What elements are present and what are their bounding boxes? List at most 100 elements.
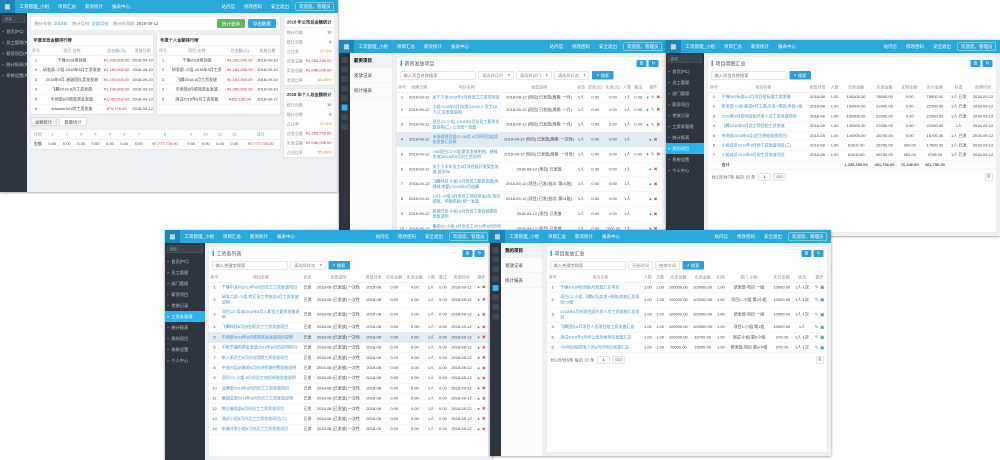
topbar-menu-item[interactable]: 安全退出 [420, 230, 447, 243]
user-icon[interactable]: ● [477, 285, 480, 290]
sidebar-search-input[interactable]: 搜索... [2, 16, 25, 24]
topbar-menu-item[interactable]: 安全退出 [759, 230, 786, 243]
user-icon[interactable]: ● [477, 396, 480, 401]
row-link[interactable]: 飞腾团队8月项目人员项目组工资发放汇总 [559, 322, 642, 332]
go-button[interactable]: GO [773, 173, 785, 181]
row-link[interactable]: 前端开发-小组-8月份员工项目组绩效发放说明 [431, 207, 503, 222]
user-icon[interactable]: ● [477, 416, 480, 421]
user-icon[interactable]: ● [477, 312, 480, 317]
user-icon[interactable]: ● [646, 122, 649, 127]
delete-icon[interactable]: ✖ [482, 365, 486, 370]
table-row[interactable]: 22018-09-12小组2018年8月(实发12000.0 员工18人)工资发… [397, 102, 663, 117]
table-row[interactable]: 92018-09-12前端开发-小组-8月份员工项目组绩效发放说明2018-09… [397, 207, 663, 222]
topbar-menu-item[interactable]: 薪资统计 [420, 40, 447, 53]
table-row[interactable]: 2研发部-小组-2018年8月工资发放¥1,180,000.002018-09-… [31, 65, 155, 75]
user-icon[interactable]: ● [477, 335, 480, 340]
sidebar-item[interactable]: ▸统计报表(PC) [0, 59, 27, 70]
chart-icon[interactable] [493, 285, 499, 291]
user-welcome[interactable]: 欢迎您，管理员 [623, 42, 662, 51]
action-button[interactable]: 统计查询 [217, 19, 245, 28]
topbar-menu-item[interactable]: 站内信 [217, 0, 240, 13]
copy-icon[interactable]: ▣ [820, 335, 824, 340]
sidebar-item[interactable]: ▸系统设置(PC) [0, 70, 27, 81]
table-row[interactable]: 5市场部2018年8月绩效奖金发放项目说明已发2018-08 [已发放] 一次性… [209, 332, 489, 342]
filter-select[interactable]: 请选择月份▾ [479, 71, 514, 80]
row-link[interactable]: 飞腾2018年8月员工项目组工资发放 [720, 121, 806, 131]
filter-select[interactable]: 请选择状态▾ [291, 261, 326, 270]
search-button[interactable]: ⌕ 搜索 [790, 71, 811, 80]
row-link[interactable]: 飞腾科技-小组-8月份员工薪资发放(含:绩效/考勤) 2018年9月结算 [431, 177, 503, 192]
delete-icon[interactable]: ✖ [656, 152, 660, 157]
money-icon[interactable] [493, 276, 499, 282]
edit-icon[interactable]: ✎ [815, 312, 819, 317]
gear-icon[interactable] [342, 114, 348, 120]
row-link[interactable]: 新入职员工8月份试用期工资发放项目 [220, 353, 301, 363]
gear-icon[interactable] [493, 304, 499, 310]
user-icon[interactable]: ● [646, 152, 649, 157]
topbar-menu-item[interactable]: 薪资统计 [81, 0, 108, 13]
date-input[interactable]: 结束时间 [656, 261, 680, 270]
sidebar-item[interactable]: ▸工资条管理 [666, 121, 704, 132]
table-row[interactable]: 4飞腾2018-8月工资发放¥1,100,000.002018-09-10 [31, 85, 155, 95]
table-row[interactable]: 11集团总部2018年8月份员工工资发放说明已发2018-08 [已发放] 一次… [209, 394, 489, 404]
collapse-button[interactable]: ≣ [816, 356, 824, 364]
search-button[interactable]: ⌕ 搜索 [592, 71, 613, 80]
topbar-menu-item[interactable]: 报表中心 [598, 230, 625, 243]
user-icon[interactable] [493, 314, 499, 320]
topbar-menu-item[interactable]: 站内信 [371, 230, 394, 243]
table-row[interactable]: 7小组成员2018年8月份工资发放项目2018-081.0081000.0096… [708, 150, 997, 160]
refresh-button[interactable]: ↻ [814, 250, 824, 257]
filter-value[interactable]: 全部月份 [91, 21, 108, 26]
row-link[interactable]: 项目C2-小组-8月份员工加班补贴发放说明 [220, 373, 301, 383]
user-welcome[interactable]: 欢迎您，管理员 [449, 232, 488, 241]
topbar-menu-item[interactable]: 工资管理_小组 [505, 230, 544, 243]
row-link[interactable]: 中秋节福利奖金发放2018年8月份说明项目 [220, 343, 301, 353]
table-row[interactable]: 6小组成员2018年8月份工资发放项目(二)2018-081.0081000.0… [708, 141, 997, 151]
sidebar-item[interactable]: ▸薪资项目(PC) [0, 48, 27, 59]
sidebar-item[interactable]: ▸首页(PC) [666, 66, 704, 77]
row-link[interactable]: 市场部2018年8月绩效奖金发放项目说明 [220, 332, 301, 342]
topbar-menu-item[interactable]: 项目汇总 [544, 230, 571, 243]
row-link[interactable]: 千锋500标准A-8月项目组标准工资发放 [720, 92, 806, 102]
user-icon[interactable]: ● [477, 297, 480, 302]
search-input[interactable] [551, 261, 626, 270]
sidebar-item[interactable]: 我的项目 [501, 243, 543, 258]
topbar-menu-item[interactable]: 站内信 [545, 40, 568, 53]
row-link[interactable]: 中关村培训基地8月份讲师课时费发放说明 [220, 363, 301, 373]
table-row[interactable]: 32018年8月份项目组开发人员工资发放项目2018-081.00100000.… [708, 112, 997, 122]
collapse-button[interactable]: ≣ [985, 173, 993, 181]
delete-icon[interactable]: ✖ [482, 375, 486, 380]
topbar-menu-item[interactable]: 薪资统计 [246, 230, 273, 243]
delete-icon[interactable]: ✖ [482, 396, 486, 401]
table-row[interactable]: 7新入职员工8月份试用期工资发放项目已发2018-08 [已发放] 一次性201… [209, 353, 489, 363]
delete-icon[interactable]: ✖ [656, 122, 660, 127]
topbar-menu-item[interactable]: 安全退出 [594, 40, 621, 53]
row-link[interactable]: 项目C2-小组-飞腾8月(实发+绩效)发放汇总项目C2组 [559, 292, 642, 307]
table-row[interactable]: 2研发部-小组-薪资8月工资(实发+绩效)项目C组2018-081.001000… [708, 102, 997, 112]
copy-icon[interactable]: ▣ [820, 297, 824, 302]
copy-icon[interactable]: ▣ [820, 285, 824, 290]
topbar-menu-item[interactable]: 修改密码 [901, 40, 928, 53]
table-row[interactable]: 5测试2018年8月份公司全体项目发放汇总1.001.00100000.0016… [547, 332, 828, 342]
sidebar-item[interactable]: ▸系统设置 [666, 154, 704, 165]
sidebar-item[interactable]: ▸工资条管理 [165, 311, 205, 322]
table-row[interactable]: 4飞腾2018年8月员工项目组工资发放2018-081.00100000.002… [708, 121, 997, 131]
row-link[interactable]: 10月-小组-8月份员工项目奖金(含:项目绩效、考勤奖励) 统一发放 [431, 192, 503, 207]
user-icon[interactable]: ● [477, 386, 480, 391]
list-view-button[interactable]: ≣ [802, 250, 812, 257]
user-welcome[interactable]: 欢迎您，管理员 [957, 42, 996, 51]
table-row[interactable]: 2研发部-小组-2018年8月工资¥1,180,000.002018-09-10 [157, 65, 280, 75]
user-icon[interactable]: ● [646, 107, 649, 112]
sidebar-item[interactable]: ▸发放记录 [165, 300, 205, 311]
search-button[interactable]: ⌕ 搜索 [328, 261, 349, 270]
table-row[interactable]: 6testuser001的工资发放¥70,176.002018-09-12 [31, 104, 155, 114]
row-link[interactable]: 小组2018年8月(实发12000.0 员工18人)工资发放说明 [431, 102, 503, 117]
user-icon[interactable] [342, 124, 348, 130]
row-link[interactable]: 运营部2018年8月份员工工资发放项目 [220, 383, 301, 393]
row-link[interactable]: 项目C2-培训2018年8月入职员工薪资发放说明 [220, 307, 301, 322]
table-row[interactable]: 102018-09-12集团20-小组-8月份员工2018年8月份项目组发放说明… [397, 222, 663, 230]
table-row[interactable]: 4飞腾团队8月项目人员项目组工资发放汇总1.001.00100000.00100… [547, 322, 828, 332]
delete-icon[interactable]: ✖ [482, 406, 486, 411]
search-button[interactable]: ⌕ 搜索 [683, 261, 704, 270]
table-row[interactable]: 32018年8月份项目组开发人员工资发放汇总项目1.001.00100000.0… [547, 307, 828, 322]
